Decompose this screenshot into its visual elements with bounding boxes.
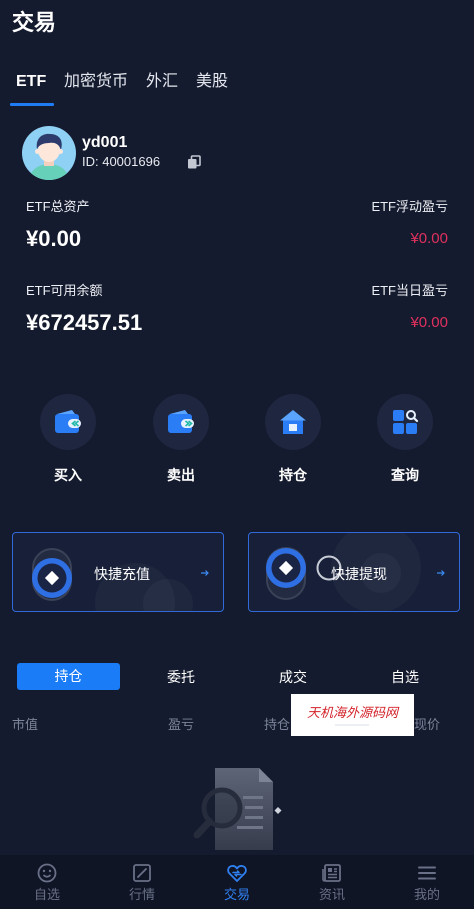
positions-label[interactable]: 持仓 xyxy=(253,466,333,484)
bottom-nav: 自选 行情 交易 资讯 我的 xyxy=(0,855,474,909)
user-avatar-icon xyxy=(22,126,76,180)
positions-button[interactable] xyxy=(265,394,321,450)
nav-label-trade: 交易 xyxy=(223,887,250,902)
quick-deposit-card[interactable]: 快捷充值 xyxy=(12,532,224,612)
grid-search-icon xyxy=(393,410,419,434)
column-current-price: 现价 xyxy=(414,717,441,732)
tab-forex[interactable]: 外汇 xyxy=(146,72,178,92)
news-icon xyxy=(322,864,341,882)
sell-button[interactable] xyxy=(153,394,209,450)
nav-label-watchlist: 自选 xyxy=(33,887,60,902)
smile-icon xyxy=(37,863,57,883)
copy-icon[interactable] xyxy=(187,155,201,169)
user-id: ID: 40001696 xyxy=(82,154,161,169)
tab-etf[interactable]: ETF xyxy=(16,72,46,92)
available-balance-value: ¥672457.51 xyxy=(26,310,143,335)
avatar[interactable] xyxy=(22,126,76,180)
trade-screen: 交易 ETF 加密货币 外汇 美股 yd001 ID: 40001696 ETF… xyxy=(0,0,474,909)
floating-pnl-value: ¥0.00 xyxy=(410,230,448,247)
wallet-out-icon xyxy=(168,410,194,433)
subtab-orders[interactable]: 委托 xyxy=(141,668,221,686)
user-name: yd001 xyxy=(82,134,128,151)
buy-label[interactable]: 买入 xyxy=(28,466,108,484)
tab-us-stocks[interactable]: 美股 xyxy=(196,72,228,92)
query-label[interactable]: 查询 xyxy=(365,466,445,484)
column-pnl: 盈亏 xyxy=(168,717,195,732)
nav-label-market: 行情 xyxy=(128,887,155,902)
available-balance-label: ETF可用余额 xyxy=(26,283,103,298)
watermark-text: 天机海外源码网 xyxy=(306,705,398,720)
nav-item-trade[interactable]: 交易 xyxy=(190,855,284,909)
quick-withdraw-card[interactable]: 快捷提现 xyxy=(248,532,460,612)
column-holding: 持仓 xyxy=(264,717,291,732)
subtab-watchlist[interactable]: 自选 xyxy=(365,668,445,686)
watermark-subline xyxy=(335,724,369,726)
quick-withdraw-label: 快捷提现 xyxy=(331,566,387,582)
daily-pnl-value: ¥0.00 xyxy=(410,314,448,331)
watermark: 天机海外源码网 xyxy=(291,694,414,736)
sell-label[interactable]: 卖出 xyxy=(141,466,221,484)
house-icon xyxy=(280,410,306,434)
wallet-in-icon xyxy=(55,410,81,433)
arrow-right-icon xyxy=(201,570,209,576)
page-title: 交易 xyxy=(12,10,57,35)
total-assets-value: ¥0.00 xyxy=(26,226,82,251)
nav-item-mine[interactable]: 我的 xyxy=(380,855,474,909)
subtab-trades[interactable]: 成交 xyxy=(253,668,333,686)
nav-item-watchlist[interactable]: 自选 xyxy=(0,855,94,909)
tab-crypto[interactable]: 加密货币 xyxy=(64,72,128,92)
quick-deposit-label: 快捷充值 xyxy=(94,566,150,582)
total-assets-label: ETF总资产 xyxy=(26,199,90,214)
coin-icon xyxy=(32,558,72,598)
coin-icon xyxy=(266,548,306,588)
daily-pnl-label: ETF当日盈亏 xyxy=(371,283,448,298)
nav-item-news[interactable]: 资讯 xyxy=(285,855,379,909)
nav-label-mine: 我的 xyxy=(413,887,440,902)
chart-icon xyxy=(133,864,151,882)
buy-button[interactable] xyxy=(40,394,96,450)
active-tab-indicator xyxy=(10,103,54,106)
query-button[interactable] xyxy=(377,394,433,450)
arrow-right-icon xyxy=(437,570,445,576)
menu-icon xyxy=(418,866,436,880)
column-market-value: 市值 xyxy=(12,717,39,732)
subtab-positions[interactable]: 持仓 xyxy=(17,663,120,690)
trade-icon xyxy=(227,865,247,882)
nav-item-market[interactable]: 行情 xyxy=(95,855,189,909)
no-data-icon xyxy=(193,768,282,850)
nav-label-news: 资讯 xyxy=(318,887,345,902)
floating-pnl-label: ETF浮动盈亏 xyxy=(371,199,448,214)
